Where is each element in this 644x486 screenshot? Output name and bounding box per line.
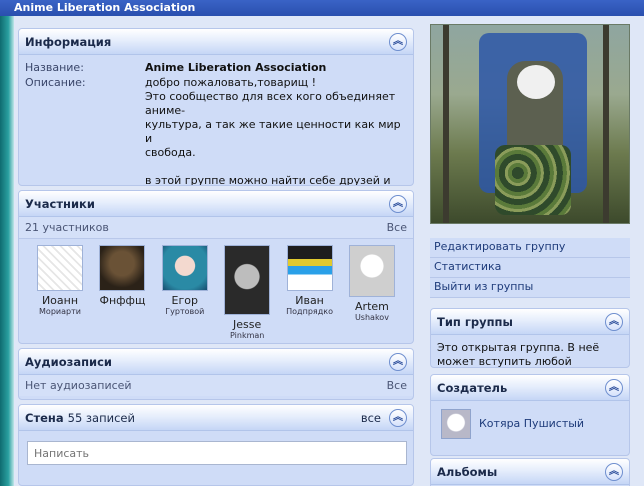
group-actions: Редактировать группу Статистика Выйти из… (430, 238, 630, 298)
audio-panel-title: Аудиозаписи (25, 354, 112, 369)
info-panel-header[interactable]: Информация ︽ (19, 29, 413, 55)
audio-subbar: Нет аудиозаписей Все (19, 375, 413, 396)
statistics-link[interactable]: Статистика (430, 258, 630, 278)
group-type-panel: Тип группы ︽ Это открытая группа. В неё … (430, 308, 630, 368)
member-name[interactable]: Artem (341, 300, 403, 313)
info-row-description: Описание: добро пожаловать,товарищ ! Это… (25, 76, 407, 186)
member-item[interactable]: Artem Ushakov (341, 245, 403, 340)
wall-post-input[interactable] (27, 441, 407, 465)
group-description: добро пожаловать,товарищ ! Это сообществ… (145, 76, 401, 186)
members-panel-title: Участники (25, 196, 95, 211)
creator-name[interactable]: Котяра Пушистый (479, 417, 584, 431)
member-name[interactable]: Иван (279, 294, 341, 307)
chevron-up-double-icon[interactable]: ︽ (389, 195, 407, 213)
info-row-name: Название: Anime Liberation Association (25, 61, 407, 74)
audio-panel-header[interactable]: Аудиозаписи ︽ (19, 349, 413, 375)
chevron-up-double-icon[interactable]: ︽ (605, 379, 623, 397)
member-surname[interactable]: Подпрядко (279, 307, 341, 316)
member-item[interactable]: Иван Подпрядко (279, 245, 341, 340)
audio-empty-text: Нет аудиозаписей (25, 379, 132, 392)
member-name[interactable]: Jesse (216, 318, 278, 331)
chevron-up-double-icon[interactable]: ︽ (605, 463, 623, 481)
members-panel: Участники ︽ 21 участников Все Иоанн Мори… (18, 190, 414, 344)
member-surname[interactable]: Мориарти (29, 307, 91, 316)
avatar[interactable] (224, 245, 271, 315)
group-page: Информация ︽ Название: Anime Liberation … (14, 16, 644, 486)
chevron-up-double-icon[interactable]: ︽ (605, 313, 623, 331)
window-title: Anime Liberation Association (0, 0, 644, 16)
wall-panel-title: Стена (25, 410, 64, 425)
audio-panel: Аудиозаписи ︽ Нет аудиозаписей Все (18, 348, 414, 400)
group-type-header[interactable]: Тип группы ︽ (431, 309, 629, 335)
member-name[interactable]: Егор (154, 294, 216, 307)
info-panel-title: Информация (25, 34, 112, 49)
members-all-link[interactable]: Все (387, 221, 407, 234)
avatar[interactable] (37, 245, 83, 291)
figure-camo (495, 145, 571, 215)
edit-group-link[interactable]: Редактировать группу (430, 238, 630, 258)
member-item[interactable]: Jesse Pinkman (216, 245, 278, 340)
chevron-up-double-icon[interactable]: ︽ (389, 33, 407, 51)
info-panel: Информация ︽ Название: Anime Liberation … (18, 28, 414, 186)
avatar[interactable] (348, 245, 395, 297)
left-edge-strip (0, 16, 14, 486)
members-count: 21 участников (25, 221, 109, 234)
creator-panel: Создатель ︽ Котяра Пушистый (430, 374, 630, 456)
members-list: Иоанн Мориарти Фнффщ Егор Гуртовой Jesse… (19, 239, 413, 340)
wall-panel-header[interactable]: Стена 55 записей все ︽ (19, 405, 413, 431)
avatar[interactable] (286, 245, 333, 291)
chevron-up-double-icon[interactable]: ︽ (389, 353, 407, 371)
name-label: Название: (25, 61, 84, 74)
creator-row[interactable]: Котяра Пушистый (431, 401, 629, 447)
members-panel-header[interactable]: Участники ︽ (19, 191, 413, 217)
wall-panel: Стена 55 записей все ︽ (18, 404, 414, 486)
avatar[interactable] (161, 245, 208, 291)
wall-all-link[interactable]: все (361, 411, 381, 425)
audio-all-link[interactable]: Все (387, 379, 407, 392)
avatar[interactable] (99, 245, 146, 291)
creator-title: Создатель (437, 380, 508, 395)
group-photo[interactable] (430, 24, 630, 224)
member-item[interactable]: Фнффщ (91, 245, 153, 340)
creator-header[interactable]: Создатель ︽ (431, 375, 629, 401)
tree-trunk (603, 25, 609, 223)
albums-header[interactable]: Альбомы ︽ (431, 459, 629, 485)
albums-panel: Альбомы ︽ (430, 458, 630, 486)
tree-trunk (443, 25, 449, 223)
group-type-title: Тип группы (437, 314, 513, 329)
leave-group-link[interactable]: Выйти из группы (430, 278, 630, 298)
member-surname[interactable]: Pinkman (216, 331, 278, 340)
figure-head (517, 65, 555, 99)
description-label: Описание: (25, 76, 86, 89)
member-name[interactable]: Иоанн (29, 294, 91, 307)
member-item[interactable]: Иоанн Мориарти (29, 245, 91, 340)
member-item[interactable]: Егор Гуртовой (154, 245, 216, 340)
members-subbar: 21 участников Все (19, 217, 413, 239)
group-name: Anime Liberation Association (145, 61, 327, 74)
wall-post-count: 55 записей (67, 410, 135, 425)
member-surname[interactable]: Гуртовой (154, 307, 216, 316)
chevron-up-double-icon[interactable]: ︽ (389, 409, 407, 427)
avatar[interactable] (441, 409, 471, 439)
member-surname[interactable]: Ushakov (341, 313, 403, 322)
albums-title: Альбомы (437, 464, 498, 479)
member-name[interactable]: Фнффщ (91, 294, 153, 307)
group-type-text: Это открытая группа. В неё может вступит… (437, 341, 600, 368)
